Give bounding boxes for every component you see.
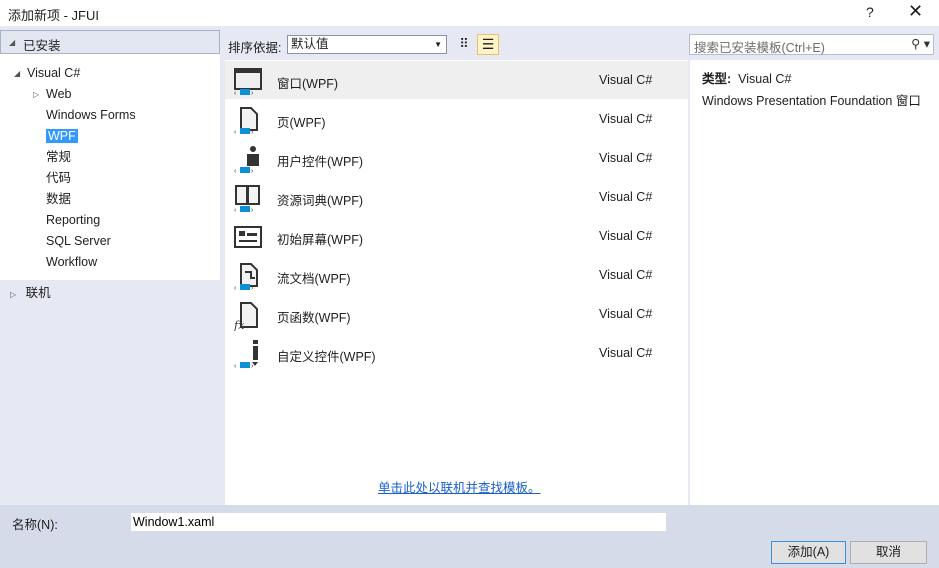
template-name: 页函数(WPF) (277, 311, 351, 325)
window-icon: ‹ › (233, 67, 263, 97)
svg-text:›: › (251, 168, 254, 175)
template-row[interactable]: fx 页函数(WPF) Visual C# (225, 295, 688, 333)
list-view-icon[interactable]: ☰ (477, 34, 499, 55)
expand-triangle-icon[interactable]: ▷ (10, 290, 16, 299)
tree-item-label: 常规 (46, 150, 72, 164)
chevron-down-icon: ▼ (434, 40, 442, 49)
type-label: 类型: (702, 72, 732, 86)
template-row[interactable]: 初始屏幕(WPF) Visual C# (225, 217, 688, 255)
svg-text:‹: ‹ (234, 363, 237, 370)
template-language: Visual C# (599, 190, 653, 204)
tree-item[interactable]: WPF (46, 127, 78, 146)
help-button[interactable]: ? (866, 4, 874, 20)
svg-text:›: › (251, 207, 254, 214)
tree-item-label: WPF (46, 129, 78, 143)
svg-text:‹: ‹ (234, 285, 237, 292)
description: Windows Presentation Foundation 窗口 (702, 94, 921, 108)
search-icon[interactable]: ⚲ ▾ (911, 36, 930, 51)
template-row[interactable]: ‹ › 流文档(WPF) Visual C# (225, 256, 688, 294)
template-name: 用户控件(WPF) (277, 155, 364, 169)
tree-item[interactable]: SQL Server (46, 232, 111, 251)
tree-item[interactable]: Workflow (46, 253, 97, 272)
tree-item[interactable]: ▷ Web (33, 85, 72, 104)
collapse-triangle-icon[interactable]: ◢ (9, 38, 15, 47)
custom-control-icon: ‹ › (233, 340, 263, 370)
template-name: 页(WPF) (277, 116, 326, 130)
svg-text:‹: ‹ (234, 168, 237, 175)
tree-item[interactable]: 代码 (46, 169, 71, 188)
template-language: Visual C# (599, 112, 653, 126)
details-panel: 类型: Visual C# Windows Presentation Found… (690, 60, 939, 505)
svg-text:›: › (251, 90, 254, 97)
svg-text:‹: ‹ (234, 90, 237, 97)
tree-item-label: 代码 (46, 171, 72, 185)
sort-value: 默认值 (291, 37, 329, 51)
tree-item-label: SQL Server (46, 234, 111, 248)
installed-label: 已安装 (23, 39, 61, 53)
title-bar (0, 0, 939, 26)
template-name: 初始屏幕(WPF) (277, 233, 364, 247)
tree-item[interactable]: 常规 (46, 148, 71, 167)
sort-dropdown[interactable]: 默认值 ▼ (287, 35, 447, 54)
flow-document-icon: ‹ › (233, 262, 263, 292)
tree-item[interactable]: Reporting (46, 211, 100, 230)
tree-item-label: Workflow (46, 255, 98, 269)
template-row[interactable]: ‹ › 用户控件(WPF) Visual C# (225, 139, 688, 177)
template-language: Visual C# (599, 73, 653, 87)
user-control-icon: ‹ › (233, 145, 263, 175)
search-placeholder: 搜索已安装模板(Ctrl+E) (694, 41, 825, 55)
template-row[interactable]: ‹ › 资源词典(WPF) Visual C# (225, 178, 688, 216)
tree-item-label: Visual C# (27, 66, 81, 80)
close-button[interactable]: ✕ (908, 1, 923, 22)
template-name: 窗口(WPF) (277, 77, 339, 91)
splash-screen-icon (233, 223, 263, 251)
window-title: 添加新项 - JFUI (8, 8, 99, 23)
add-button[interactable]: 添加(A) (771, 541, 846, 564)
online-label: 联机 (25, 286, 51, 300)
tree-item[interactable]: ◢ Visual C# (14, 64, 81, 83)
tree-item[interactable]: Windows Forms (46, 106, 136, 125)
template-language: Visual C# (599, 229, 653, 243)
collapse-triangle-icon[interactable]: ◢ (14, 64, 20, 83)
template-row[interactable]: ‹ › 页(WPF) Visual C# (225, 100, 688, 138)
tree-item-label: Windows Forms (46, 108, 136, 122)
template-language: Visual C# (599, 151, 653, 165)
installed-header[interactable]: ◢ 已安装 (0, 30, 220, 54)
svg-text:‹: ‹ (234, 207, 237, 214)
grid-view-icon[interactable]: ⠿ (455, 35, 473, 53)
template-name: 资源词典(WPF) (277, 194, 364, 208)
expand-triangle-icon[interactable]: ▷ (33, 85, 39, 104)
template-row[interactable]: ‹ › 自定义控件(WPF) Visual C# (225, 334, 688, 372)
template-name: 流文档(WPF) (277, 272, 351, 286)
sort-label: 排序依据: (228, 41, 282, 55)
template-language: Visual C# (599, 307, 653, 321)
svg-text:‹: ‹ (234, 129, 237, 136)
template-language: Visual C# (599, 346, 653, 360)
svg-text:fx: fx (233, 319, 245, 331)
name-label: 名称(N): (12, 518, 58, 532)
page-function-icon: fx (233, 301, 263, 332)
tree-item-label: Reporting (46, 213, 101, 227)
type-value: Visual C# (738, 72, 792, 86)
online-templates-link[interactable]: 单击此处以联机并查找模板。 (378, 477, 541, 496)
page-icon: ‹ › (233, 106, 263, 136)
template-list: ‹ › 窗口(WPF) Visual C# ‹ › 页(WPF) Visual C# ‹ › 用户控… (225, 60, 688, 505)
tree-item-online[interactable]: ▷ 联机 (10, 284, 51, 303)
resource-dictionary-icon: ‹ › (233, 184, 263, 214)
search-input[interactable]: 搜索已安装模板(Ctrl+E) ⚲ ▾ (689, 34, 934, 55)
cancel-button[interactable]: 取消 (850, 541, 927, 564)
tree-item-label: 数据 (46, 192, 72, 206)
template-row[interactable]: ‹ › 窗口(WPF) Visual C# (225, 61, 688, 99)
tree-item[interactable]: 数据 (46, 190, 71, 209)
template-language: Visual C# (599, 268, 653, 282)
tree-item-label: Web (46, 87, 72, 101)
template-name: 自定义控件(WPF) (277, 350, 376, 364)
name-input[interactable] (131, 513, 666, 531)
